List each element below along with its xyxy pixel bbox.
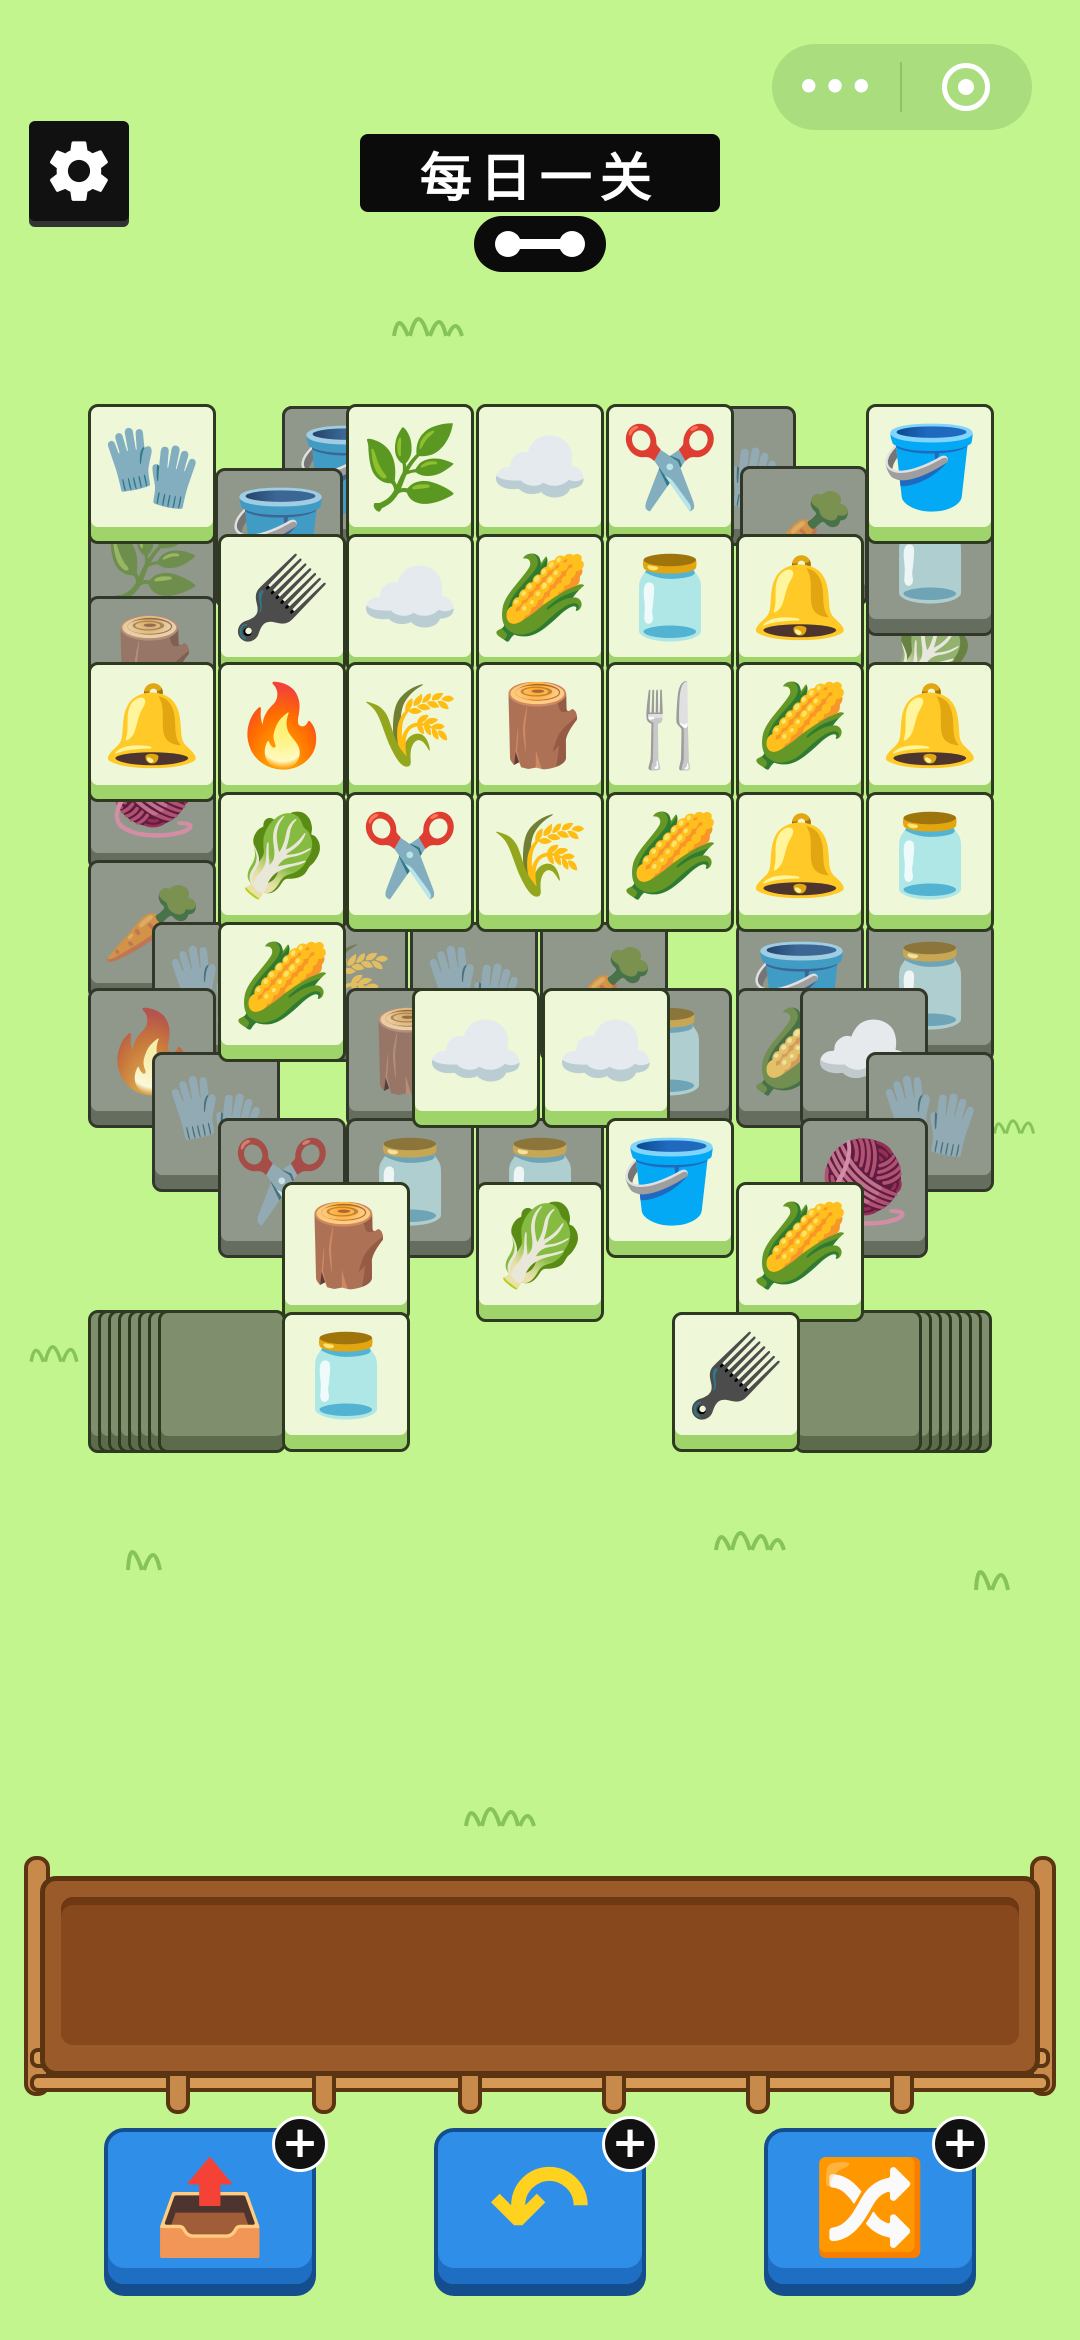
- tile-icon: ☁️: [490, 421, 590, 514]
- game-tile[interactable]: 🔥: [218, 662, 346, 802]
- game-tile[interactable]: 🌾: [476, 792, 604, 932]
- undo-icon: ↶: [489, 2138, 591, 2278]
- tile-icon: 🍴: [620, 679, 720, 772]
- shuffle-icon: 🔀: [812, 2154, 928, 2261]
- tile-icon: 🪵: [490, 679, 590, 772]
- game-tile[interactable]: 🪮: [218, 534, 346, 674]
- tile-icon: 🥬: [490, 1199, 590, 1292]
- tile-icon: 🌾: [360, 679, 460, 772]
- tile-icon: 🌽: [620, 809, 720, 902]
- game-tile[interactable]: ☁️: [346, 534, 474, 674]
- tile-icon: ☁️: [426, 1005, 526, 1098]
- game-tile[interactable]: 🔔: [736, 792, 864, 932]
- game-tile[interactable]: 🌾: [346, 662, 474, 802]
- grass-decoration: [126, 1550, 162, 1571]
- game-tile[interactable]: 🫙: [866, 792, 994, 932]
- grass-decoration: [464, 1807, 536, 1827]
- game-tile[interactable]: ✂️: [346, 792, 474, 932]
- grass-decoration: [974, 1570, 1010, 1591]
- game-tile[interactable]: 🪣: [606, 1118, 734, 1258]
- tile-icon: 🌾: [490, 809, 590, 902]
- tile-icon: 🪣: [880, 421, 980, 514]
- tile-icon: 🔔: [880, 679, 980, 772]
- tile-icon: 🥬: [232, 809, 332, 902]
- game-tile[interactable]: 🌽: [218, 922, 346, 1062]
- tile-icon: 🔔: [750, 809, 850, 902]
- tile-icon: 🫙: [296, 1329, 396, 1422]
- tile-icon: ✂️: [620, 421, 720, 514]
- tile-icon: 🪮: [686, 1329, 786, 1422]
- plus-icon[interactable]: +: [932, 2116, 988, 2172]
- game-tile[interactable]: 🌽: [476, 534, 604, 674]
- tile-icon: 🔥: [232, 679, 332, 772]
- game-tile[interactable]: 🌽: [606, 792, 734, 932]
- game-tile[interactable]: 🔔: [88, 662, 216, 802]
- tile-icon: 🔔: [102, 679, 202, 772]
- game-tile[interactable]: 🔔: [736, 534, 864, 674]
- move-out-icon: 📤: [152, 2154, 268, 2261]
- plus-icon[interactable]: +: [602, 2116, 658, 2172]
- game-tile[interactable]: 🪮: [672, 1312, 800, 1452]
- tile-icon: 🌽: [490, 551, 590, 644]
- game-tile[interactable]: 🌽: [736, 1182, 864, 1322]
- tile-icon: ☁️: [556, 1005, 656, 1098]
- game-tile[interactable]: ✂️: [606, 404, 734, 544]
- tile-icon: 🪵: [296, 1199, 396, 1292]
- tile-icon: 🌿: [360, 421, 460, 514]
- tile-icon: 🪮: [232, 551, 332, 644]
- tile-icon: 🫙: [880, 809, 980, 902]
- game-tile[interactable]: 🫙: [282, 1312, 410, 1452]
- tile-icon: 🫙: [620, 551, 720, 644]
- game-tile[interactable]: 🔔: [866, 662, 994, 802]
- tile-board: 🪵🪣🧤🥕🪣🥬🌿🫙🪵🧶🥕🧤🌾🧤🥕🔥🪵🫙🪣🫙🌽☁️🧤🧤✂️🫙🫙🧶🧤🌿☁️✂️🪣🪮☁️…: [0, 0, 1080, 1500]
- move-out-button[interactable]: 📤 +: [104, 2116, 328, 2288]
- game-tile[interactable]: 🪵: [282, 1182, 410, 1322]
- game-tile[interactable]: 🌿: [346, 404, 474, 544]
- plus-icon[interactable]: +: [272, 2116, 328, 2172]
- tile-icon: ✂️: [360, 809, 460, 902]
- game-tile[interactable]: 🪣: [866, 404, 994, 544]
- game-tile[interactable]: ☁️: [542, 988, 670, 1128]
- game-tile[interactable]: 🫙: [606, 534, 734, 674]
- tile-icon: 🪣: [620, 1135, 720, 1228]
- game-tile[interactable]: 🧤: [88, 404, 216, 544]
- tile-icon: ☁️: [360, 551, 460, 644]
- tile-icon: 🌽: [750, 679, 850, 772]
- game-tile[interactable]: 🌽: [736, 662, 864, 802]
- game-tile[interactable]: 🪵: [476, 662, 604, 802]
- game-tile[interactable]: 🥬: [218, 792, 346, 932]
- tile-icon: 🌽: [232, 939, 332, 1032]
- tile-slot-tray: [40, 1876, 1040, 2076]
- undo-button[interactable]: ↶ +: [434, 2116, 658, 2288]
- shuffle-button[interactable]: 🔀 +: [764, 2116, 988, 2288]
- tile-icon: 🧤: [102, 421, 202, 514]
- game-tile[interactable]: 🍴: [606, 662, 734, 802]
- game-tile[interactable]: ☁️: [412, 988, 540, 1128]
- tile-icon: 🌽: [750, 1199, 850, 1292]
- tile-icon: 🔔: [750, 551, 850, 644]
- game-tile[interactable]: ☁️: [476, 404, 604, 544]
- game-tile[interactable]: 🥬: [476, 1182, 604, 1322]
- grass-decoration: [714, 1531, 786, 1551]
